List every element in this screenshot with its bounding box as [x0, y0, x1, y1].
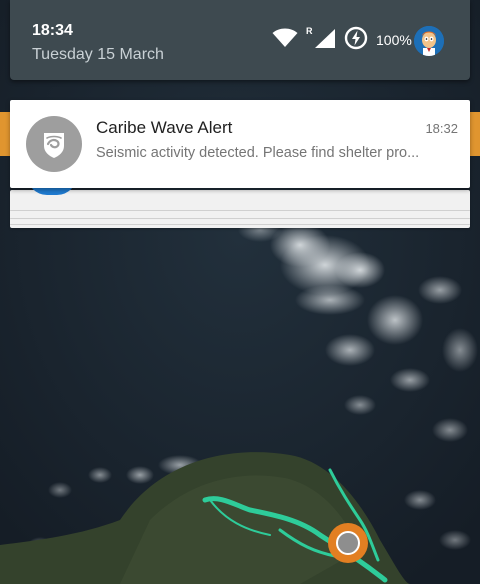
map-view[interactable]: [0, 0, 480, 584]
notification-time: 18:32: [425, 121, 458, 136]
notification-title: Caribe Wave Alert: [96, 118, 233, 137]
notification-stack-card[interactable]: [10, 190, 470, 228]
notification-stack-divider: [10, 224, 470, 225]
user-avatar-icon[interactable]: [414, 26, 444, 56]
notification-stack-divider: [10, 210, 470, 211]
caribe-wave-logo-icon: [26, 116, 82, 172]
date-label[interactable]: Tuesday 15 March: [32, 46, 164, 64]
location-marker-icon[interactable]: [328, 523, 368, 563]
quick-settings-header[interactable]: 18:34 Tuesday 15 March R 100%: [10, 0, 470, 80]
caribe-wave-notification[interactable]: Caribe Wave Alert 18:32 Seismic activity…: [10, 100, 470, 188]
cell-signal-icon: [315, 29, 335, 48]
notification-text: Seismic activity detected. Please find s…: [96, 145, 420, 161]
battery-percent: 100%: [376, 32, 412, 48]
roaming-indicator: R: [306, 26, 313, 36]
notification-stack-divider: [10, 218, 470, 219]
battery-charging-icon: [344, 26, 368, 50]
wifi-icon: [272, 28, 298, 47]
clock-time: 18:34: [32, 22, 73, 39]
